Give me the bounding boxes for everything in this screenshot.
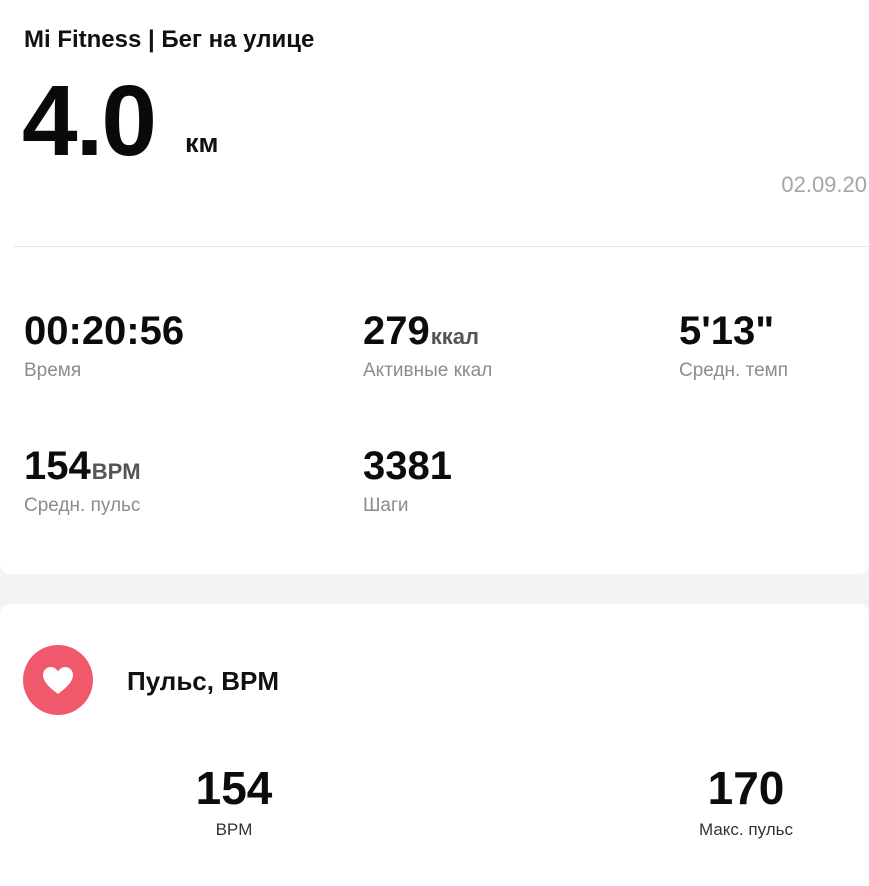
stat-steps: 3381 Шаги — [363, 443, 452, 517]
distance-unit: км — [185, 128, 219, 158]
heart-icon-badge — [23, 645, 93, 715]
avg-heart-rate-value: 154 — [195, 762, 273, 814]
heart-rate-card[interactable]: Пульс, BPM 154 BPM 170 Макс. пульс — [0, 604, 869, 886]
distance-value: 4.0 — [22, 65, 157, 177]
avg-heart-rate-summary: 154 BPM — [186, 762, 282, 840]
stat-duration-value: 00:20:56 — [24, 309, 185, 353]
stat-pace-label: Средн. темп — [679, 360, 788, 381]
max-heart-rate-summary: 170 Макс. пульс — [686, 762, 806, 840]
stat-calories-unit: ккал — [430, 324, 479, 349]
heart-rate-title: Пульс, BPM — [127, 666, 279, 696]
stat-pace-value: 5'13" — [679, 309, 775, 353]
stat-calories-label: Активные ккал — [363, 360, 493, 381]
stat-heart-rate-unit: BPM — [91, 459, 141, 484]
max-heart-rate-value: 170 — [707, 762, 785, 814]
stat-steps-value: 3381 — [363, 444, 452, 488]
stat-avg-pace: 5'13" Средн. темп — [679, 308, 788, 382]
max-heart-rate-label: Макс. пульс — [699, 820, 793, 839]
avg-heart-rate-label: BPM — [215, 820, 253, 839]
workout-summary-card: Mi Fitness | Бег на улице 4.0 км 02.09.2… — [0, 0, 869, 574]
stat-duration: 00:20:56 Время — [24, 308, 184, 382]
heart-icon — [43, 667, 73, 694]
stat-calories-value: 279 — [363, 309, 430, 353]
stat-active-calories: 279ккал Активные ккал — [363, 308, 492, 382]
stat-heart-rate-value: 154 — [24, 444, 91, 488]
stat-steps-label: Шаги — [363, 495, 409, 516]
divider — [14, 246, 869, 247]
workout-date: 02.09.20 — [781, 172, 867, 197]
stat-avg-heart-rate: 154BPM Средн. пульс — [24, 443, 141, 517]
stat-duration-label: Время — [24, 360, 82, 381]
app-title: Mi Fitness | Бег на улице — [24, 26, 315, 53]
stat-heart-rate-label: Средн. пульс — [24, 495, 141, 516]
